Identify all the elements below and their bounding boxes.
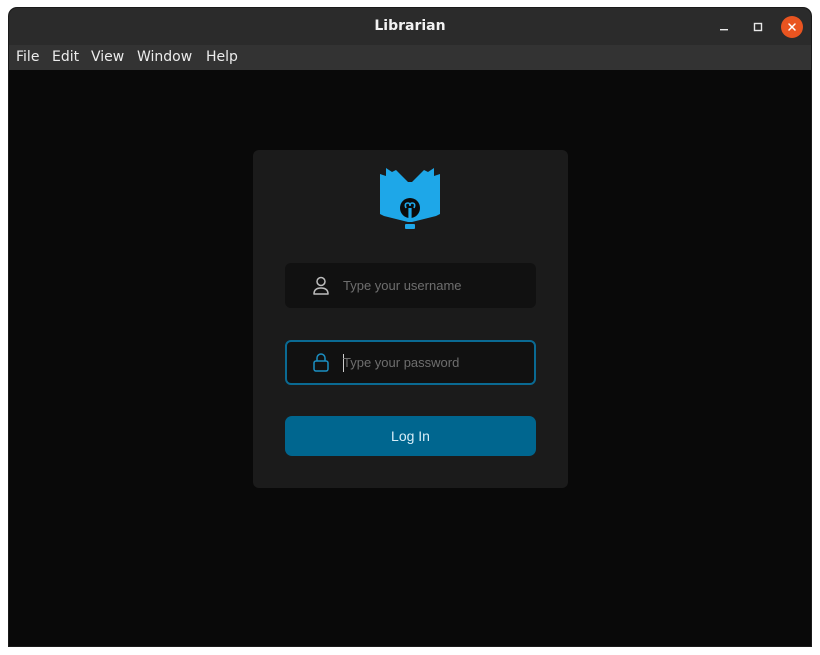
username-field[interactable]: Type your username xyxy=(285,263,536,308)
minimize-button[interactable] xyxy=(713,16,735,38)
password-input[interactable]: Type your password xyxy=(343,342,459,383)
menu-bar: File Edit View Window Help xyxy=(9,45,811,71)
app-window: Librarian File Edit View Window Help Typ… xyxy=(9,8,811,646)
lock-icon xyxy=(313,353,329,372)
menu-file[interactable]: File xyxy=(16,45,39,70)
close-button[interactable] xyxy=(781,16,803,38)
minimize-icon xyxy=(720,29,728,31)
main-content: Type your username Type your password Lo… xyxy=(9,70,811,646)
login-button[interactable]: Log In xyxy=(285,416,536,456)
user-icon xyxy=(313,276,329,295)
username-input[interactable]: Type your username xyxy=(343,263,462,308)
menu-edit[interactable]: Edit xyxy=(52,45,79,70)
maximize-button[interactable] xyxy=(747,16,769,38)
title-bar[interactable]: Librarian xyxy=(9,8,811,45)
menu-view[interactable]: View xyxy=(91,45,124,70)
menu-help[interactable]: Help xyxy=(206,45,238,70)
window-title: Librarian xyxy=(374,18,446,34)
close-icon xyxy=(788,23,796,31)
book-lightbulb-icon xyxy=(380,168,440,229)
password-field[interactable]: Type your password xyxy=(285,340,536,385)
maximize-icon xyxy=(753,22,763,32)
login-card: Type your username Type your password Lo… xyxy=(253,150,568,488)
menu-window[interactable]: Window xyxy=(137,45,192,70)
